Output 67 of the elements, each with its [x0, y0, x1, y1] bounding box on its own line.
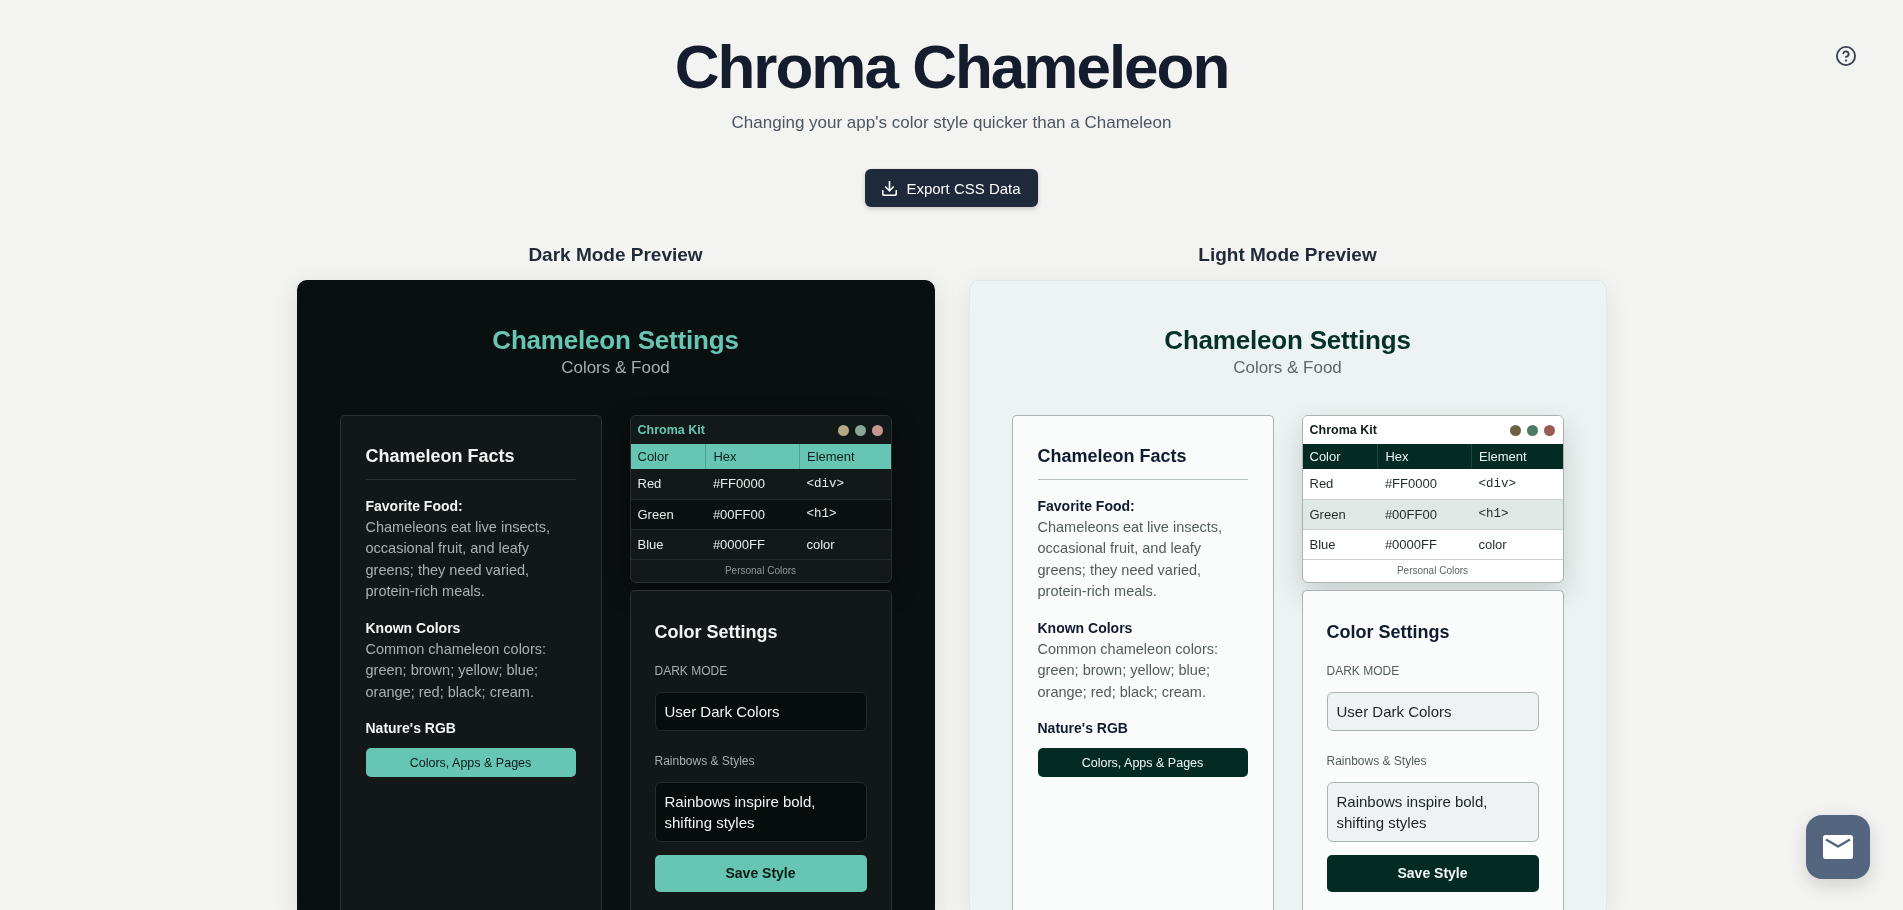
field-label: DARK MODE — [1326, 662, 1401, 679]
export-button[interactable]: Export CSS Data — [865, 169, 1038, 207]
fact-heading: Favorite Food: — [1037, 497, 1136, 516]
color-settings-title: Color Settings — [654, 620, 779, 644]
settings-subtitle: Colors & Food — [560, 357, 671, 379]
column-header: Hex — [705, 444, 800, 469]
fact-text: Common chameleon colors: green; brown; yellow; blue; orange; red; black; cream. — [1037, 640, 1220, 702]
app-title: Chroma Chameleon — [674, 32, 1229, 102]
preview-label: Light Mode Preview — [1197, 243, 1378, 267]
download-icon — [882, 180, 898, 196]
column-header: Color — [1302, 444, 1378, 469]
action-button[interactable]: Colors, Apps & Pages — [1037, 748, 1248, 778]
table-cell: <h1> — [799, 499, 891, 529]
field-label: DARK MODE — [654, 662, 729, 679]
preview-label: Dark Mode Preview — [527, 243, 704, 267]
envelope-icon — [1823, 835, 1853, 859]
table-cell: <div> — [799, 469, 891, 499]
fact-text: Chameleons eat live insects, occasional fruit, and leafy greens; they need varied, protein-rich meals. — [1037, 518, 1224, 601]
facts-title: Chameleon Facts — [365, 445, 516, 468]
help-icon[interactable] — [1836, 46, 1856, 66]
text-field[interactable]: User Dark Colors — [654, 691, 867, 731]
column-header: Element — [1471, 444, 1563, 469]
facts-title: Chameleon Facts — [1037, 445, 1188, 468]
table-footer: Personal Colors — [724, 565, 797, 576]
table-title: Chroma Kit — [1309, 423, 1377, 437]
mail-button[interactable] — [1806, 815, 1870, 879]
color-settings-title: Color Settings — [1326, 620, 1451, 644]
fact-heading: Nature's RGB — [1037, 719, 1129, 739]
app-subtitle: Changing your app's color style quicker than a Chameleon — [731, 112, 1172, 134]
table-cell: color — [1471, 529, 1563, 559]
table-cell: Green — [1302, 499, 1378, 529]
fact-heading: Known Colors — [1037, 619, 1134, 639]
action-button[interactable]: Colors, Apps & Pages — [365, 748, 576, 778]
settings-subtitle: Colors & Food — [1232, 357, 1343, 379]
text-area[interactable]: Rainbows inspire bold, shifting styles — [654, 781, 867, 842]
column-header: Color — [630, 444, 706, 469]
table-cell: Red — [1302, 469, 1378, 499]
table-cell: #FF0000 — [1377, 469, 1472, 499]
table-cell: #FF0000 — [705, 469, 800, 499]
column-header: Hex — [1377, 444, 1472, 469]
fact-heading: Known Colors — [365, 619, 462, 639]
field-label: Rainbows & Styles — [654, 752, 756, 769]
table-cell: #0000FF — [705, 529, 800, 559]
fact-text: Common chameleon colors: green; brown; yellow; blue; orange; red; black; cream. — [365, 640, 548, 702]
table-cell: color — [799, 529, 891, 559]
settings-title: Chameleon Settings — [491, 324, 740, 357]
table-cell: <div> — [1471, 469, 1563, 499]
table-cell: Green — [630, 499, 706, 529]
text-field[interactable]: User Dark Colors — [1326, 691, 1539, 731]
settings-title: Chameleon Settings — [1163, 324, 1412, 357]
table-cell: Blue — [1302, 529, 1378, 559]
table-cell: Blue — [630, 529, 706, 559]
fact-heading: Favorite Food: — [365, 497, 464, 516]
table-cell: <h1> — [1471, 499, 1563, 529]
table-cell: Red — [630, 469, 706, 499]
save-button[interactable]: Save Style — [1326, 854, 1539, 892]
column-header: Element — [799, 444, 891, 469]
table-cell: #0000FF — [1377, 529, 1472, 559]
table-cell: #00FF00 — [705, 499, 800, 529]
table-cell: #00FF00 — [1377, 499, 1472, 529]
save-button[interactable]: Save Style — [654, 854, 867, 892]
fact-text: Chameleons eat live insects, occasional fruit, and leafy greens; they need varied, protein-rich meals. — [365, 518, 552, 601]
text-area[interactable]: Rainbows inspire bold, shifting styles — [1326, 781, 1539, 842]
field-label: Rainbows & Styles — [1326, 752, 1428, 769]
table-title: Chroma Kit — [637, 423, 705, 437]
table-footer: Personal Colors — [1396, 565, 1469, 576]
fact-heading: Nature's RGB — [365, 719, 457, 739]
